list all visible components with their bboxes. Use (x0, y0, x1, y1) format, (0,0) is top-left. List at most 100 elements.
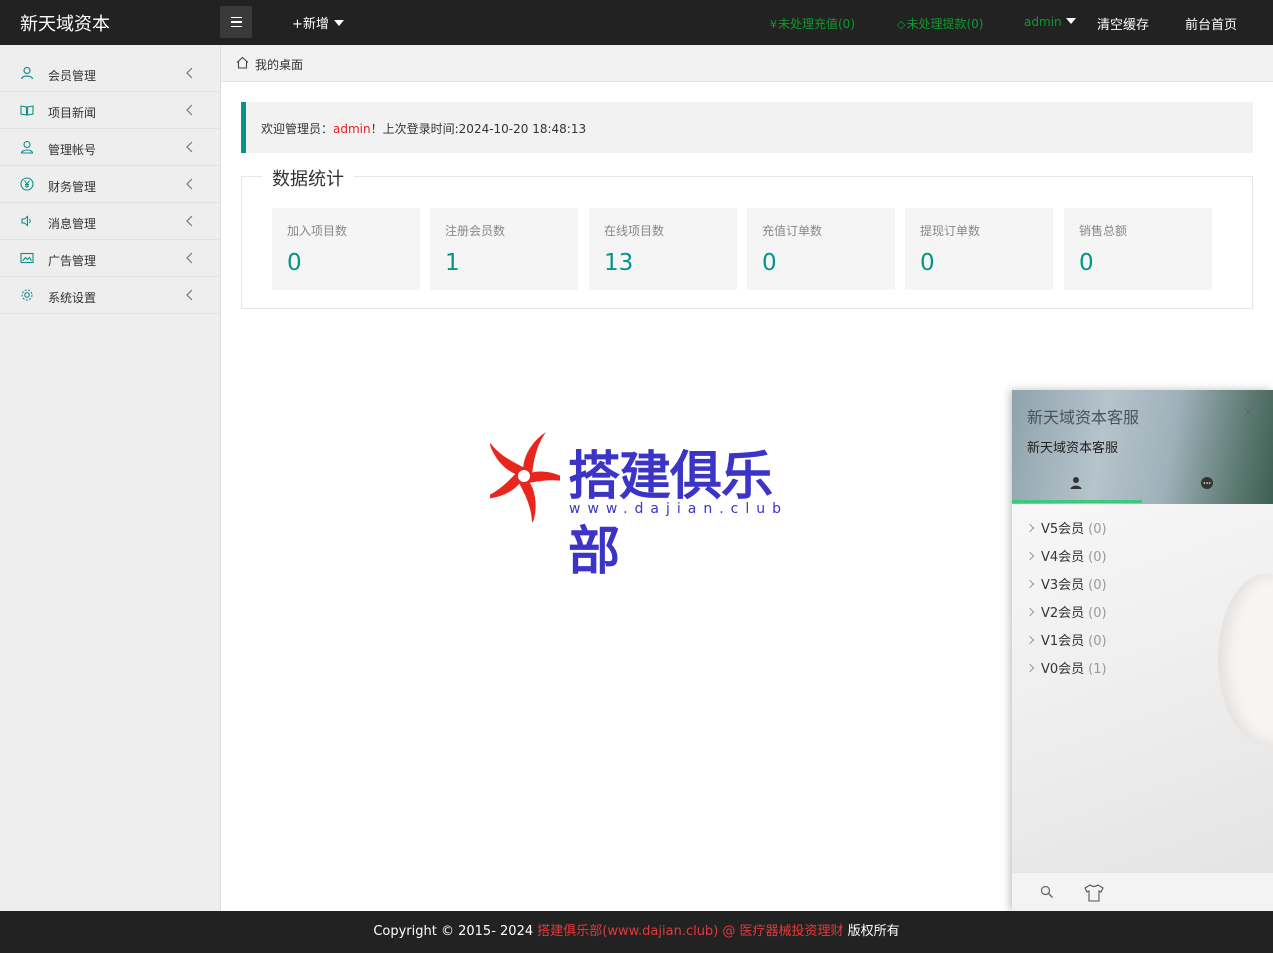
welcome-suffix: ！上次登录时间:2024-10-20 18:48:13 (370, 122, 587, 136)
stat-card-online-projects[interactable]: 在线项目数 13 (589, 208, 737, 290)
sidebar-item-label: 广告管理 (48, 254, 97, 268)
menu-toggle-button[interactable] (220, 6, 252, 38)
chevron-left-icon (183, 176, 197, 192)
welcome-user: admin (333, 122, 371, 136)
clear-cache-link[interactable]: 清空缓存 (1097, 14, 1149, 33)
sidebar-item-news[interactable]: 项目新闻 (0, 92, 220, 129)
stat-card-total-sales[interactable]: 销售总额 0 (1064, 208, 1212, 290)
sidebar-item-messages[interactable]: 消息管理 (0, 203, 220, 240)
chat-title: 新天域资本客服 (1027, 408, 1140, 427)
tab-contacts[interactable] (1069, 476, 1083, 490)
pending-withdraw-label: 未处理提款(0) (906, 17, 984, 31)
chevron-right-icon (1025, 551, 1035, 561)
add-new-label: +新增 (292, 17, 329, 32)
sidebar-item-finance[interactable]: 财务管理 (0, 166, 220, 203)
group-count: (0) (1088, 522, 1107, 537)
sidebar-item-label: 消息管理 (48, 217, 97, 231)
group-name: V3会员 (1041, 578, 1085, 593)
stat-label: 充值订单数 (762, 224, 823, 238)
group-count: (1) (1088, 662, 1107, 677)
welcome-text: 欢迎管理员：admin！上次登录时间:2024-10-20 18:48:13 (261, 120, 586, 137)
user-icon (20, 66, 34, 80)
watermark-logo: 搭建俱乐部 www.dajian.club (490, 430, 790, 582)
chat-subtitle: 新天域资本客服 (1027, 441, 1119, 456)
diamond-icon: ◇ (897, 18, 906, 31)
group-name: V1会员 (1041, 634, 1085, 649)
admin-dropdown[interactable]: admin (1024, 15, 1076, 29)
sidebar-item-ads[interactable]: 广告管理 (0, 240, 220, 277)
stat-label: 提现订单数 (920, 224, 981, 238)
stat-label: 注册会员数 (445, 224, 506, 238)
pending-recharge-label: 未处理充值(0) (778, 17, 855, 31)
group-name: V4会员 (1041, 550, 1085, 565)
group-item-v2[interactable]: V2会员 (0) (1025, 602, 1107, 622)
speaker-icon (20, 214, 34, 228)
tshirt-icon[interactable] (1083, 884, 1105, 902)
group-count: (0) (1088, 606, 1107, 621)
welcome-prefix: 欢迎管理员： (261, 122, 334, 136)
chevron-right-icon (1025, 607, 1035, 617)
chat-bubble-icon (1201, 477, 1213, 489)
group-item-v5[interactable]: V5会员 (0) (1025, 518, 1107, 538)
footer-link[interactable]: 搭建俱乐部(www.dajian.club) @ 医疗器械投资理财 (537, 924, 843, 939)
chevron-left-icon (183, 65, 197, 81)
footer-copyright: Copyright © 2015- 2024 (373, 924, 538, 939)
home-icon[interactable] (236, 56, 249, 69)
sidebar-item-label: 财务管理 (48, 180, 97, 194)
group-name: V2会员 (1041, 606, 1085, 621)
footer-rights: 版权所有 (843, 924, 900, 939)
stat-value: 0 (762, 250, 777, 276)
user-outline-icon (20, 140, 34, 154)
caret-down-icon (333, 20, 344, 26)
stat-value: 0 (287, 250, 302, 276)
page-footer: Copyright © 2015- 2024 搭建俱乐部(www.dajian.… (0, 911, 1273, 953)
pending-withdraw-link[interactable]: ◇未处理提款(0) (897, 15, 983, 32)
sidebar: 会员管理 项目新闻 管理帐号 财务管理 消息管理 广告管理 系统设置 (0, 45, 221, 911)
yen-circle-icon: ¥ (770, 18, 777, 31)
hamburger-icon (230, 16, 242, 19)
stat-card-joined-projects[interactable]: 加入项目数 0 (272, 208, 420, 290)
chevron-left-icon (183, 102, 197, 118)
group-item-v3[interactable]: V3会员 (0) (1025, 574, 1107, 594)
book-icon (20, 103, 34, 117)
close-icon[interactable]: × (1242, 402, 1255, 421)
group-item-v0[interactable]: V0会员 (1) (1025, 658, 1107, 678)
sidebar-item-members[interactable]: 会员管理 (0, 55, 220, 92)
pinwheel-logo-icon (490, 432, 560, 522)
chevron-left-icon (183, 287, 197, 303)
stat-value: 0 (1079, 250, 1094, 276)
stats-panel: 数据统计 加入项目数 0 注册会员数 1 在线项目数 13 充值订单数 0 提现… (241, 165, 1253, 309)
gear-icon (20, 288, 34, 302)
stat-card-registered-members[interactable]: 注册会员数 1 (430, 208, 578, 290)
chevron-right-icon (1025, 635, 1035, 645)
user-icon (1070, 477, 1082, 489)
breadcrumb: 我的桌面 (221, 45, 1273, 82)
search-icon[interactable] (1040, 885, 1054, 899)
chevron-left-icon (183, 250, 197, 266)
group-item-v4[interactable]: V4会员 (0) (1025, 546, 1107, 566)
image-icon (20, 251, 34, 265)
group-item-v1[interactable]: V1会员 (0) (1025, 630, 1107, 650)
pending-recharge-link[interactable]: ¥未处理充值(0) (770, 15, 855, 32)
top-header: 新天域资本 +新增 ¥未处理充值(0) ◇未处理提款(0) admin 清空缓存… (0, 0, 1273, 45)
contact-group-list: V5会员 (0) V4会员 (0) V3会员 (0) V2会员 (0) V1会员 (0) … (1012, 504, 1273, 872)
stat-value: 1 (445, 250, 460, 276)
stat-card-recharge-orders[interactable]: 充值订单数 0 (747, 208, 895, 290)
group-name: V5会员 (1041, 522, 1085, 537)
app-logo[interactable]: 新天域资本 (20, 10, 110, 36)
frontend-home-link[interactable]: 前台首页 (1185, 14, 1237, 33)
chevron-right-icon (1025, 523, 1035, 533)
add-new-dropdown[interactable]: +新增 (292, 13, 344, 32)
tab-messages[interactable] (1200, 476, 1214, 490)
stat-label: 加入项目数 (287, 224, 348, 238)
stat-value: 13 (604, 250, 634, 276)
chevron-left-icon (183, 213, 197, 229)
chevron-right-icon (1025, 663, 1035, 673)
active-tab-indicator (1012, 500, 1142, 503)
stat-card-withdraw-orders[interactable]: 提现订单数 0 (905, 208, 1053, 290)
sidebar-item-accounts[interactable]: 管理帐号 (0, 129, 220, 166)
group-count: (0) (1088, 550, 1107, 565)
chevron-right-icon (1025, 579, 1035, 589)
sidebar-item-settings[interactable]: 系统设置 (0, 277, 220, 314)
breadcrumb-current: 我的桌面 (255, 58, 304, 72)
